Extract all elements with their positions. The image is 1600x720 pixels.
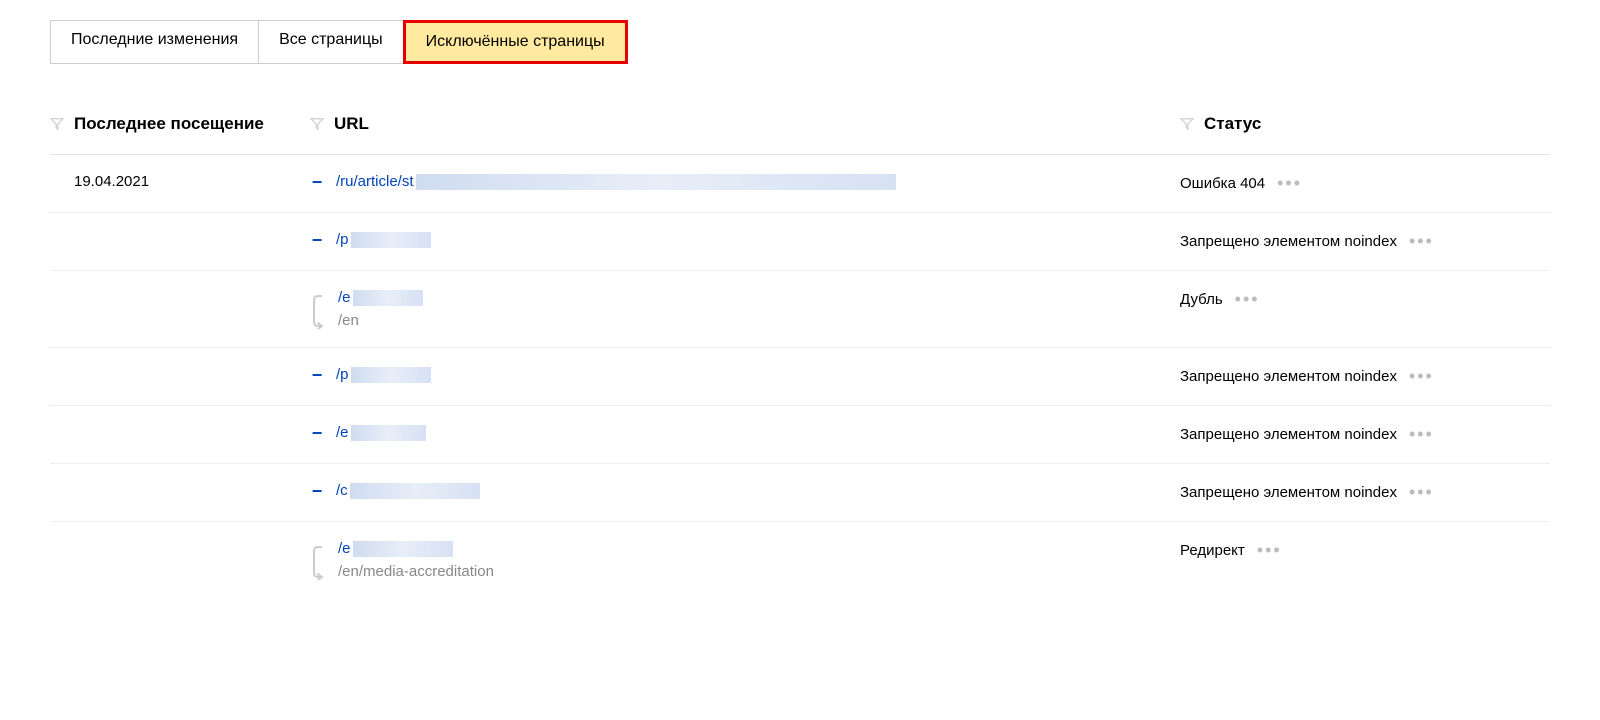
status-text: Ошибка 404	[1180, 175, 1265, 192]
minus-icon: −	[310, 173, 324, 191]
column-header-url[interactable]: URL	[334, 114, 369, 134]
table-row: −/cЗапрещено элементом noindex•••	[50, 463, 1550, 521]
more-icon[interactable]: •••	[1409, 231, 1434, 252]
status-cell: Запрещено элементом noindex •••	[1180, 482, 1550, 503]
status-text: Редирект	[1180, 542, 1245, 559]
url-cell: −/p	[310, 366, 1180, 384]
tab-recent-changes[interactable]: Последние изменения	[50, 20, 259, 64]
url-link[interactable]: /e	[338, 289, 423, 306]
redacted-segment	[350, 483, 480, 499]
more-icon[interactable]: •••	[1235, 289, 1260, 310]
minus-icon: −	[310, 366, 324, 384]
url-link[interactable]: /e	[338, 540, 494, 557]
redacted-segment	[353, 541, 453, 557]
status-text: Запрещено элементом noindex	[1180, 426, 1397, 443]
url-cell: /e/en/media-accreditation	[310, 540, 1180, 580]
status-cell: Запрещено элементом noindex •••	[1180, 366, 1550, 387]
status-text: Запрещено элементом noindex	[1180, 484, 1397, 501]
status-text: Запрещено элементом noindex	[1180, 368, 1397, 385]
table-row: 19.04.2021−/ru/article/stОшибка 404•••	[50, 155, 1550, 212]
filter-icon[interactable]	[310, 117, 324, 131]
url-cell: −/ru/article/st	[310, 173, 1180, 191]
status-text: Запрещено элементом noindex	[1180, 233, 1397, 250]
column-header-status[interactable]: Статус	[1204, 114, 1261, 134]
more-icon[interactable]: •••	[1409, 482, 1434, 503]
table-row: −/pЗапрещено элементом noindex•••	[50, 212, 1550, 270]
table-row: /e/enДубль•••	[50, 270, 1550, 347]
url-link[interactable]: /c	[336, 482, 480, 499]
redacted-segment	[351, 425, 426, 441]
table-header: Последнее посещение URL Статус	[50, 104, 1550, 155]
url-link[interactable]: /p	[336, 231, 431, 248]
redirect-icon	[310, 544, 328, 580]
redirect-icon	[310, 293, 328, 329]
date-cell: 19.04.2021	[50, 173, 310, 190]
tab-excluded-pages[interactable]: Исключённые страницы	[403, 20, 628, 64]
redacted-segment	[351, 367, 431, 383]
url-cell: −/c	[310, 482, 1180, 500]
status-cell: Ошибка 404 •••	[1180, 173, 1550, 194]
minus-icon: −	[310, 424, 324, 442]
url-link[interactable]: /e	[336, 424, 426, 441]
redacted-segment	[416, 174, 896, 190]
more-icon[interactable]: •••	[1257, 540, 1282, 561]
url-cell: −/p	[310, 231, 1180, 249]
table-row: −/eЗапрещено элементом noindex•••	[50, 405, 1550, 463]
minus-icon: −	[310, 482, 324, 500]
filter-icon[interactable]	[50, 117, 64, 131]
url-cell: /e/en	[310, 289, 1180, 329]
filter-icon[interactable]	[1180, 117, 1194, 131]
tab-all-pages[interactable]: Все страницы	[258, 20, 404, 64]
status-cell: Запрещено элементом noindex •••	[1180, 231, 1550, 252]
minus-icon: −	[310, 231, 324, 249]
table-body: 19.04.2021−/ru/article/stОшибка 404•••−/…	[50, 155, 1550, 598]
status-cell: Редирект •••	[1180, 540, 1550, 561]
status-cell: Запрещено элементом noindex •••	[1180, 424, 1550, 445]
table-row: /e/en/media-accreditationРедирект•••	[50, 521, 1550, 598]
status-cell: Дубль •••	[1180, 289, 1550, 310]
redacted-segment	[353, 290, 423, 306]
more-icon[interactable]: •••	[1409, 424, 1434, 445]
more-icon[interactable]: •••	[1277, 173, 1302, 194]
table-row: −/pЗапрещено элементом noindex•••	[50, 347, 1550, 405]
redirect-target[interactable]: /en	[338, 312, 423, 329]
url-link[interactable]: /ru/article/st	[336, 173, 896, 190]
column-header-date[interactable]: Последнее посещение	[74, 114, 264, 134]
tabs-bar: Последние изменения Все страницы Исключё…	[50, 20, 1550, 64]
more-icon[interactable]: •••	[1409, 366, 1434, 387]
redacted-segment	[351, 232, 431, 248]
url-link[interactable]: /p	[336, 366, 431, 383]
status-text: Дубль	[1180, 291, 1223, 308]
redirect-target[interactable]: /en/media-accreditation	[338, 563, 494, 580]
url-cell: −/e	[310, 424, 1180, 442]
